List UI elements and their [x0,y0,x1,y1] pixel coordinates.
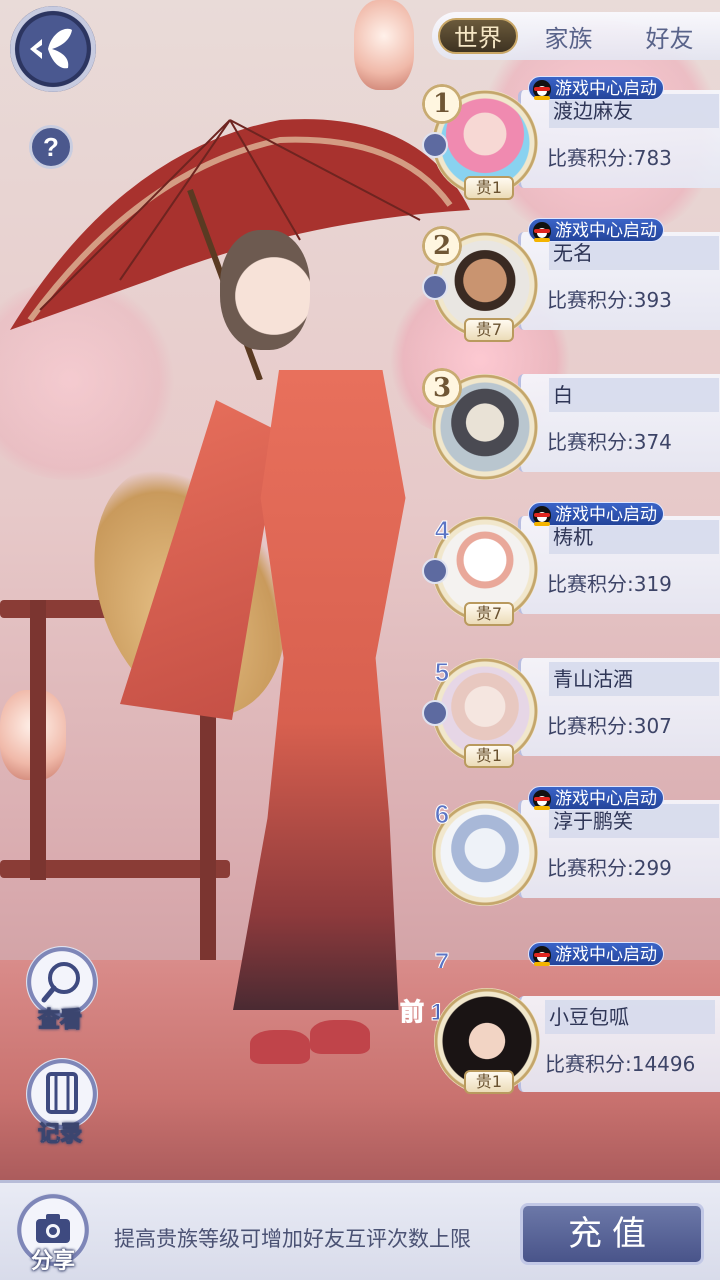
ranking-row[interactable]: 青山沽酒 比赛积分:307 5 贵1 [422,656,720,770]
player-score: 比赛积分:393 [547,288,672,312]
my-player-card: 小豆包呱 比赛积分:14496 [518,996,720,1092]
player-card: 白 比赛积分:374 [518,374,720,472]
game-center-launch-tag: 游戏中心启动 [528,786,664,810]
my-player-score: 比赛积分:14496 [545,1052,696,1076]
vip-level-badge: 贵7 [464,318,514,342]
butterfly-back-icon [30,28,72,69]
player-card: 青山沽酒 比赛积分:307 [518,658,720,756]
recharge-button[interactable]: 充值 [520,1203,704,1265]
vip-level-badge: 贵1 [464,176,514,200]
qq-penguin-icon [531,76,553,100]
ranking-row[interactable]: 游戏中心启动 无名 比赛积分:393 2 贵7 [422,218,720,344]
rank-number: 7 [434,946,450,968]
game-center-launch-tag: 游戏中心启动 [528,942,664,966]
ranking-row[interactable]: 游戏中心启动 7 [428,942,720,968]
ranking-row[interactable]: 游戏中心启动 梼杌 比赛积分:319 4 贵7 [422,502,720,628]
player-score: 比赛积分:783 [547,146,672,170]
rank-number: 5 [434,656,450,687]
ranking-row[interactable]: 游戏中心启动 渡边麻友 比赛积分:783 1 贵1 [422,76,720,202]
player-score: 比赛积分:319 [547,572,672,596]
tab-friends[interactable]: 好友 [619,19,720,54]
my-ranking-row[interactable]: 前 1 % 小豆包呱 比赛积分:14496 贵1 [399,988,720,1098]
rank-medal-icon: 1 [422,84,462,124]
vip-level-badge: 贵1 [464,744,514,768]
ranking-row[interactable]: 游戏中心启动 淳于鹏笑 比赛积分:299 6 [428,786,720,912]
game-center-launch-tag: 游戏中心启动 [528,502,664,526]
player-card: 梼杌 比赛积分:319 [518,516,720,614]
qq-badge-icon [422,132,448,158]
rank-medal-icon: 3 [422,368,462,408]
player-score: 比赛积分:307 [547,714,672,738]
share-button-label[interactable]: 分享 [0,1243,106,1275]
rank-number: 4 [434,514,450,545]
game-center-launch-tag: 游戏中心启动 [528,218,664,242]
qq-badge-icon [422,700,448,726]
character-shoes [250,1020,390,1070]
vip-tip-text: 提高贵族等级可增加好友互评次数上限 [114,1227,471,1251]
player-name: 白 [549,378,719,412]
player-card: 淳于鹏笑 比赛积分:299 [518,800,720,898]
rank-medal-icon: 2 [422,226,462,266]
qq-penguin-icon [531,942,553,966]
qq-badge-icon [422,274,448,300]
qq-badge-icon [422,558,448,584]
player-score: 比赛积分:374 [547,430,672,454]
qq-penguin-icon [531,786,553,810]
pavilion-post [30,600,46,880]
qq-penguin-icon [531,502,553,526]
player-card: 渡边麻友 比赛积分:783 [518,90,720,188]
vip-level-badge: 贵7 [464,602,514,626]
help-button[interactable]: ? [29,125,73,169]
rank-number: 6 [434,798,450,829]
my-player-name: 小豆包呱 [545,1000,715,1034]
hanging-lantern [354,0,414,90]
vip-level-badge: 贵1 [464,1070,514,1094]
ranking-tabs: 世界 家族 好友 [432,12,720,60]
player-name: 青山沽酒 [549,662,719,696]
tab-world[interactable]: 世界 [438,18,518,54]
qq-penguin-icon [531,218,553,242]
back-button[interactable] [10,6,96,92]
ranking-row[interactable]: 白 比赛积分:374 3 [422,368,720,486]
question-mark-icon: ? [43,131,59,162]
record-button-label[interactable]: 记录 [0,1116,120,1148]
character-head [220,230,310,350]
game-center-launch-tag: 游戏中心启动 [528,76,664,100]
tab-family[interactable]: 家族 [518,19,619,54]
view-button-label[interactable]: 查看 [0,1002,120,1034]
player-score: 比赛积分:299 [547,856,672,880]
bottom-bar: 分享 提高贵族等级可增加好友互评次数上限 充值 [0,1180,720,1280]
player-card: 无名 比赛积分:393 [518,232,720,330]
